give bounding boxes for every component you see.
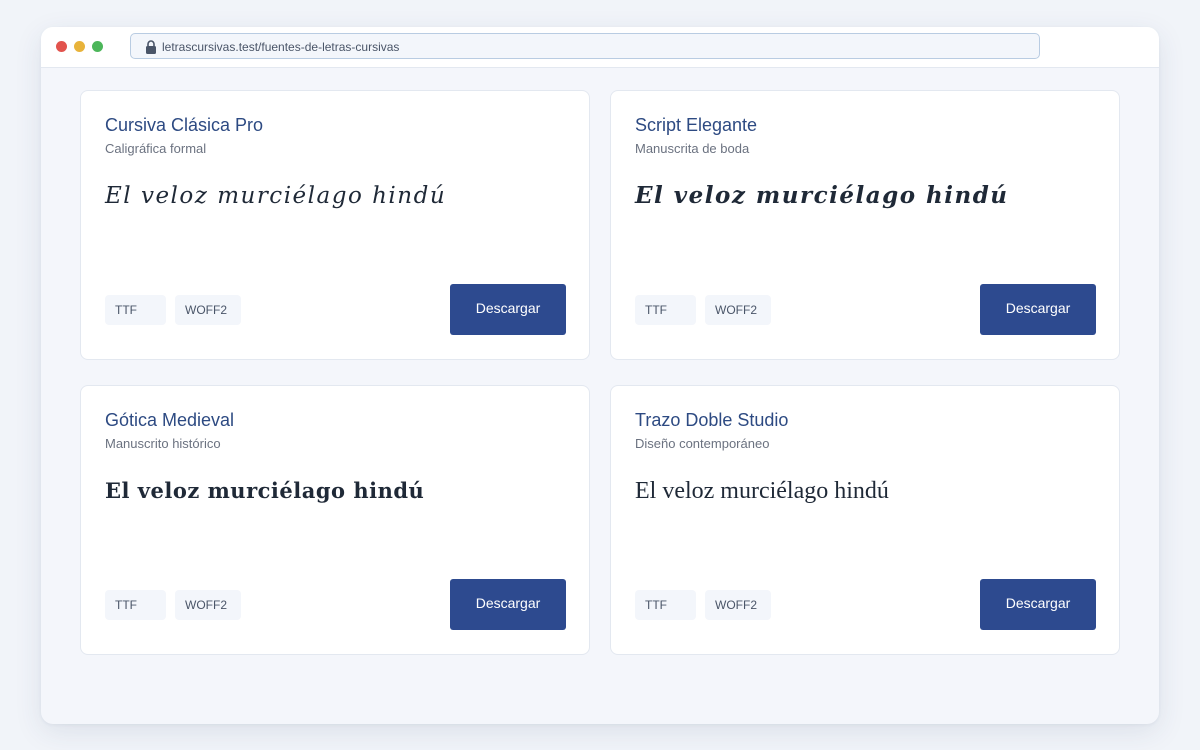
download-button[interactable]: Descargar — [450, 284, 566, 335]
url-text: letrascursivas.test/fuentes-de-letras-cu… — [162, 40, 400, 54]
format-tag-ttf: TTF — [635, 295, 696, 325]
browser-titlebar: letrascursivas.test/fuentes-de-letras-cu… — [41, 27, 1159, 68]
font-card: Gótica Medieval Manuscrito histórico El … — [80, 385, 590, 655]
browser-window: letrascursivas.test/fuentes-de-letras-cu… — [41, 27, 1159, 724]
address-bar[interactable]: letrascursivas.test/fuentes-de-letras-cu… — [130, 33, 1040, 59]
format-tag-woff2: WOFF2 — [705, 590, 771, 620]
download-button[interactable]: Descargar — [980, 579, 1096, 630]
format-tag-woff2: WOFF2 — [705, 295, 771, 325]
format-tag-ttf: TTF — [635, 590, 696, 620]
format-tag-woff2: WOFF2 — [175, 295, 241, 325]
download-button[interactable]: Descargar — [980, 284, 1096, 335]
font-sample: El veloz murciélago hindú — [635, 182, 1009, 209]
font-category: Diseño contemporáneo — [635, 436, 770, 451]
format-tag-woff2: WOFF2 — [175, 590, 241, 620]
format-tag-ttf: TTF — [105, 295, 166, 325]
format-tag-ttf: TTF — [105, 590, 166, 620]
maximize-window-button[interactable] — [92, 41, 103, 52]
font-name: Gótica Medieval — [105, 410, 235, 430]
font-category: Manuscrito histórico — [105, 436, 221, 451]
font-card: Trazo Doble Studio Diseño contemporáneo … — [610, 385, 1120, 655]
font-category: Caligráfica formal — [105, 141, 207, 156]
font-card: Script Elegante Manuscrita de boda El ve… — [610, 90, 1120, 360]
close-window-button[interactable] — [56, 41, 67, 52]
font-name: Trazo Doble Studio — [635, 410, 789, 430]
font-name: Cursiva Clásica Pro — [105, 115, 264, 135]
font-category: Manuscrita de boda — [635, 141, 750, 156]
font-name: Script Elegante — [635, 115, 758, 135]
font-sample: El veloz murciélago hindú — [105, 478, 425, 503]
font-sample: El veloz murciélago hindú — [105, 183, 447, 209]
minimize-window-button[interactable] — [74, 41, 85, 52]
download-button[interactable]: Descargar — [450, 579, 566, 630]
font-card: Cursiva Clásica Pro Caligráfica formal E… — [80, 90, 590, 360]
font-sample: El veloz murciélago hindú — [635, 478, 889, 504]
lock-icon — [145, 40, 157, 54]
